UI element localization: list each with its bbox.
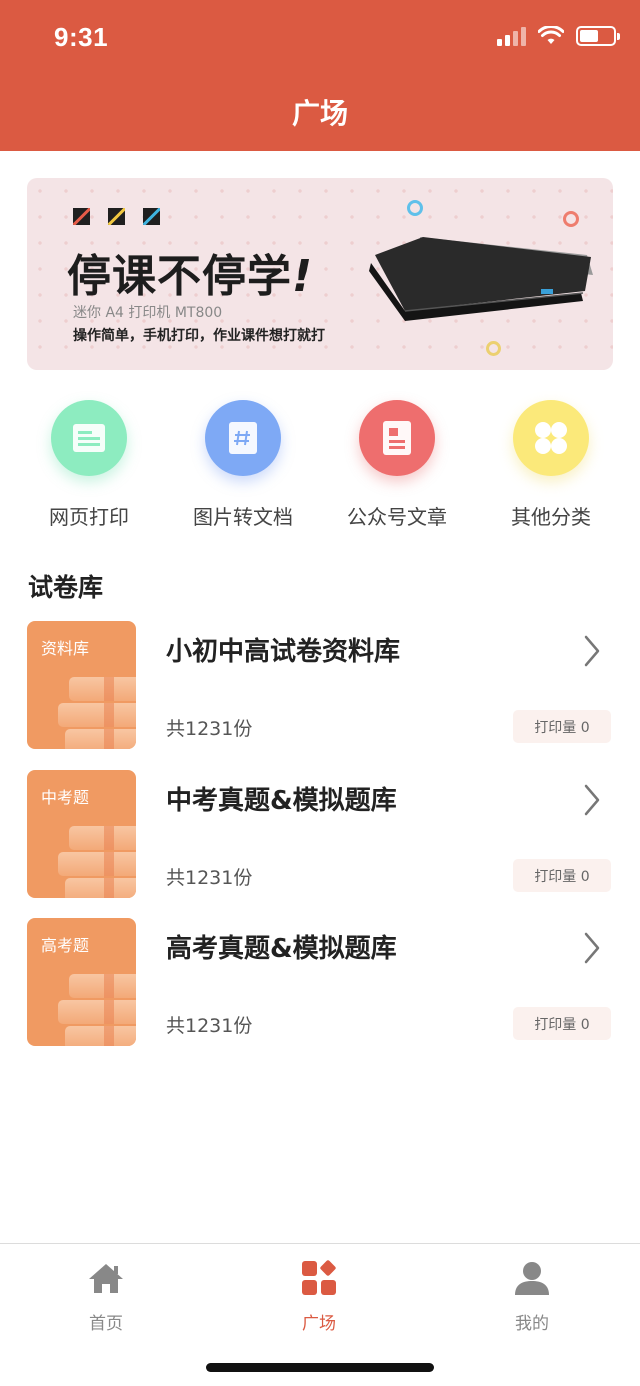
library-thumbnail: 高考题 [27,918,136,1046]
tab-label: 首页 [89,1314,123,1334]
category-label: 图片转文档 [193,505,293,529]
battery-icon [576,26,620,46]
book-icon [69,826,136,850]
category-label: 其他分类 [511,505,591,529]
chevron-right-icon[interactable] [583,784,601,816]
webpage-icon [51,400,127,476]
decorative-ring-yellow [486,341,501,356]
grid-icon [513,400,589,476]
banner-tagline: 操作简单，手机打印，作业课件想打就打 [73,328,325,344]
library-card[interactable]: 高考题 高考真题&模拟题库 共1231份 打印量 0 [27,918,613,1046]
banner-subtitle: 迷你 A4 打印机 MT800 [73,305,223,321]
chevron-right-icon[interactable] [583,635,601,667]
status-icons [497,26,620,46]
decorative-ring-blue [407,200,423,216]
banner-headline: 停课不停学! [67,251,314,302]
library-card[interactable]: 中考题 中考真题&模拟题库 共1231份 打印量 0 [27,770,613,898]
page-title: 广场 [291,97,348,130]
category-row: 网页打印 图片转文档 公众号文章 其他分类 [0,398,640,530]
book-icon [58,703,136,727]
library-title: 小初中高试卷资料库 [166,637,401,667]
library-count: 共1231份 [166,867,253,889]
section-title: 试卷库 [28,573,104,602]
category-label: 网页打印 [49,505,129,529]
print-count-badge: 打印量 0 [513,710,611,743]
category-other[interactable]: 其他分类 [476,398,626,530]
user-icon [472,1260,592,1296]
library-title: 高考真题&模拟题库 [166,934,397,964]
category-image-to-doc[interactable]: 图片转文档 [168,398,318,530]
tab-label: 广场 [302,1314,336,1334]
decorative-ring-red [563,211,579,227]
article-icon [359,400,435,476]
home-icon [46,1260,166,1296]
book-icon [69,974,136,998]
tab-home[interactable]: 首页 [46,1260,166,1334]
book-icon [65,729,136,749]
print-count-badge: 打印量 0 [513,1007,611,1040]
home-indicator[interactable] [206,1363,434,1372]
top-header: 9:31 广场 [0,0,640,151]
thumbnail-label: 资料库 [41,639,90,658]
book-icon [65,1026,136,1046]
tab-label: 我的 [515,1314,549,1334]
library-count: 共1231份 [166,1015,253,1037]
library-thumbnail: 中考题 [27,770,136,898]
decorative-squares [73,208,160,225]
print-count-badge: 打印量 0 [513,859,611,892]
square-grid-icon [259,1260,379,1296]
book-icon [69,677,136,701]
book-icon [58,1000,136,1024]
library-card[interactable]: 资料库 小初中高试卷资料库 共1231份 打印量 0 [27,621,613,749]
status-time: 9:31 [54,22,109,52]
thumbnail-label: 中考题 [41,788,90,807]
book-icon [58,852,136,876]
tab-profile[interactable]: 我的 [472,1260,592,1334]
library-count: 共1231份 [166,718,253,740]
tab-square[interactable]: 广场 [259,1260,379,1334]
library-title: 中考真题&模拟题库 [166,786,397,816]
printer-image [369,237,593,321]
book-icon [65,878,136,898]
chevron-right-icon[interactable] [583,932,601,964]
category-webpage-print[interactable]: 网页打印 [14,398,164,530]
promo-banner[interactable]: 停课不停学! 迷你 A4 打印机 MT800 操作简单，手机打印，作业课件想打就… [27,178,613,370]
category-label: 公众号文章 [347,505,447,529]
image-doc-icon [205,400,281,476]
cellular-signal-icon [497,26,526,46]
library-thumbnail: 资料库 [27,621,136,749]
thumbnail-label: 高考题 [41,936,90,955]
category-wechat-article[interactable]: 公众号文章 [322,398,472,530]
wifi-icon [538,26,564,44]
